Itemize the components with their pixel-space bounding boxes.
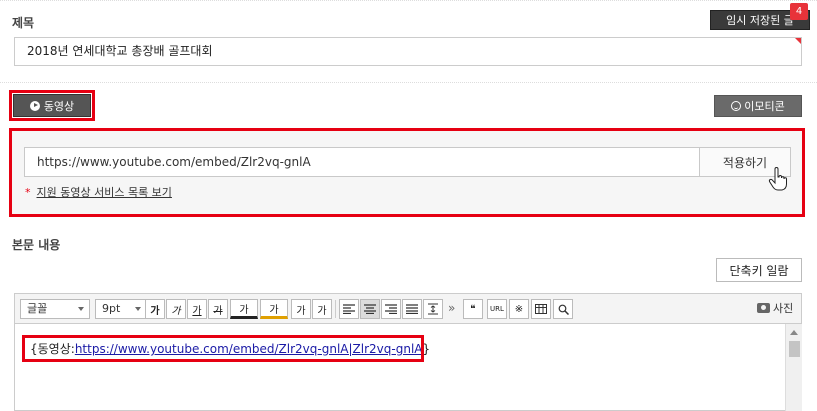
required-star: *	[25, 186, 31, 199]
video-button-label: 동영상	[43, 99, 75, 113]
scroll-thumb[interactable]	[789, 341, 800, 357]
align-left-button[interactable]	[339, 299, 359, 319]
section-divider	[0, 82, 817, 83]
highlight-color-button[interactable]: 가	[260, 299, 288, 319]
url-button[interactable]: URL	[487, 299, 507, 319]
body-content-label: 본문 내용	[12, 238, 61, 252]
font-color-button[interactable]: 가	[230, 299, 258, 319]
chevron-down-icon	[78, 307, 84, 311]
find-button[interactable]	[553, 299, 573, 319]
subscript-button[interactable]: 가	[312, 299, 332, 319]
scroll-up-arrow-icon[interactable]	[790, 330, 798, 335]
title-input[interactable]: 2018년 연세대학교 총장배 골프대회	[14, 37, 802, 66]
support-services-line: * 지원 동영상 서비스 목록 보기	[25, 184, 172, 200]
toolbar-separator	[335, 300, 336, 318]
editor-toolbar: 글꼴 9pt 가 가 가 가 가 가 가 가 » ❝ URL ※ 사진	[14, 293, 802, 324]
line-height-icon	[428, 303, 438, 315]
chevron-down-icon	[135, 307, 141, 311]
font-size-select[interactable]: 9pt	[95, 299, 147, 319]
align-justify-icon	[406, 304, 418, 314]
more-tools-icon[interactable]: »	[448, 301, 455, 315]
line-height-button[interactable]	[423, 299, 443, 319]
strikethrough-button[interactable]: 가	[208, 299, 228, 319]
editor-scrollbar[interactable]	[785, 324, 802, 411]
photo-button[interactable]: 사진	[757, 300, 793, 316]
play-icon	[29, 100, 40, 111]
hand-cursor-icon	[768, 167, 787, 191]
align-justify-button[interactable]	[402, 299, 422, 319]
video-tag-highlight	[22, 335, 424, 362]
italic-button[interactable]: 가	[166, 299, 186, 319]
search-icon	[558, 304, 569, 315]
photo-button-label: 사진	[773, 302, 794, 315]
emoticon-button-label: 이모티콘	[744, 100, 785, 113]
smile-icon	[731, 101, 742, 111]
required-corner-mark	[795, 38, 801, 44]
shortcut-list-button[interactable]: 단축키 일람	[716, 258, 802, 282]
font-family-select[interactable]: 글꼴	[20, 299, 90, 319]
align-right-button[interactable]	[381, 299, 401, 319]
align-right-icon	[385, 304, 397, 314]
camera-icon	[757, 303, 770, 313]
support-services-link[interactable]: 지원 동영상 서비스 목록 보기	[37, 186, 172, 199]
font-size-select-value: 9pt	[102, 302, 121, 315]
title-label: 제목	[12, 16, 35, 30]
quote-button[interactable]: ❝	[463, 299, 483, 319]
table-button[interactable]	[531, 299, 551, 319]
align-center-button[interactable]	[360, 299, 380, 319]
special-char-button[interactable]: ※	[509, 299, 529, 319]
bold-button[interactable]: 가	[145, 299, 165, 319]
align-center-icon	[364, 304, 376, 314]
table-icon	[535, 304, 547, 314]
align-left-icon	[343, 304, 355, 314]
temp-saved-count-badge: 4	[790, 3, 808, 20]
font-family-select-value: 글꼴	[27, 302, 48, 315]
top-divider	[0, 0, 817, 1]
underline-button[interactable]: 가	[187, 299, 207, 319]
video-button[interactable]: 동영상	[13, 94, 91, 117]
superscript-button[interactable]: 가	[291, 299, 311, 319]
video-url-input[interactable]: https://www.youtube.com/embed/Zlr2vq-gnl…	[24, 147, 700, 177]
emoticon-button[interactable]: 이모티콘	[714, 95, 802, 117]
